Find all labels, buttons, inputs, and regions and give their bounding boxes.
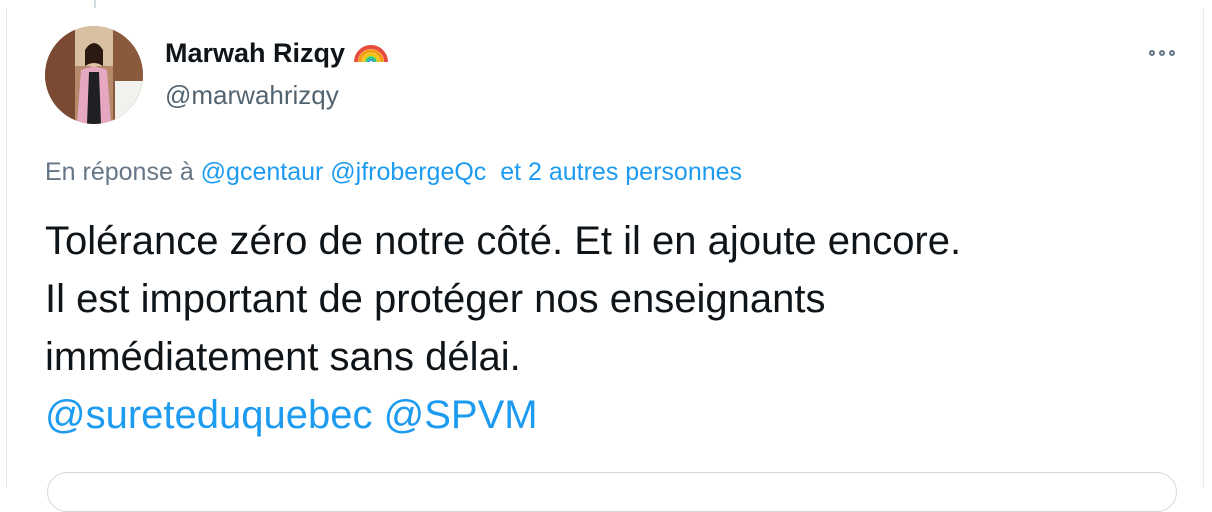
thread-connector-line — [94, 0, 96, 8]
more-horizontal-icon — [1149, 50, 1155, 56]
reply-mention-gcentaur[interactable]: @gcentaur — [201, 158, 324, 186]
reply-context: En réponse à @gcentaur @jfrobergeQc et 2… — [45, 158, 742, 187]
profile-photo — [45, 26, 143, 124]
reply-others-link[interactable]: et 2 autres personnes — [500, 158, 742, 186]
tweet-text: Tolérance zéro de notre côté. Et il en a… — [45, 212, 961, 444]
tweet-line: Tolérance zéro de notre côté. Et il en a… — [45, 219, 962, 263]
mention-sureteduquebec[interactable]: @sureteduquebec — [45, 393, 373, 437]
reply-prefix: En réponse à — [45, 158, 194, 186]
avatar[interactable] — [45, 26, 143, 124]
more-options-button[interactable] — [1139, 38, 1185, 68]
tweet-mentions: @sureteduquebec @SPVM — [45, 386, 961, 444]
author-handle[interactable]: @marwahrizqy — [165, 80, 339, 111]
tweet-line: immédiatement sans délai. — [45, 335, 521, 379]
tweet-line: Il est important de protéger nos enseign… — [45, 277, 826, 321]
more-dot — [1169, 50, 1175, 56]
author-name[interactable]: Marwah Rizqy — [165, 36, 389, 71]
author-name-text: Marwah Rizqy — [165, 38, 346, 68]
more-dot — [1159, 50, 1165, 56]
reply-mention-jfrobergeqc[interactable]: @jfrobergeQc — [330, 158, 486, 186]
tweet-card: Marwah Rizqy @marwahrizqy En réponse à @… — [6, 8, 1204, 512]
rainbow-emoji-icon — [353, 36, 389, 71]
mention-spvm[interactable]: @SPVM — [384, 393, 538, 437]
embedded-card[interactable] — [47, 472, 1177, 512]
